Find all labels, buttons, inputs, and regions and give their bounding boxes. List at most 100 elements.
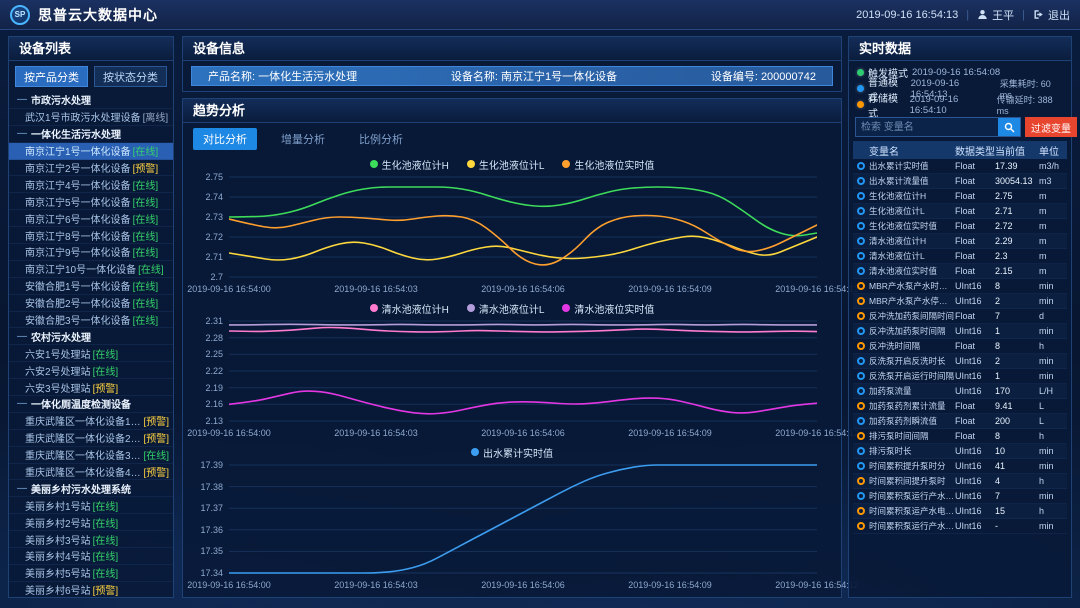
tree-device-item[interactable]: 安徽合肥1号一体化设备[在线] [9, 278, 173, 295]
tree-device-item[interactable]: 南京江宁2号一体化设备[预警] [9, 160, 173, 177]
legend-item[interactable]: 生化池液位计L [467, 157, 545, 172]
variable-row[interactable]: 生化池液位计HFloat2.75m [853, 189, 1067, 204]
tree-category[interactable]: —一体化厕温度检测设备 [9, 396, 173, 413]
collapse-icon[interactable]: — [17, 483, 27, 494]
tree-device-item[interactable]: 南京江宁9号一体化设备[在线] [9, 244, 173, 261]
legend-item[interactable]: 出水累计实时值 [471, 445, 553, 460]
y-tick-label: 2.7 [210, 272, 223, 282]
tree-device-item[interactable]: 重庆武隆区一体化设备2号站[预警] [9, 430, 173, 447]
device-label: 安徽合肥2号一体化设备 [25, 295, 131, 310]
variable-row[interactable]: 加药泵药剂瞬流值Float200L [853, 414, 1067, 429]
variable-row[interactable]: 生化池液位计LFloat2.71m [853, 204, 1067, 219]
cell-unit: L/H [1039, 386, 1067, 396]
collapse-icon[interactable]: — [17, 94, 27, 105]
collapse-icon[interactable]: — [17, 398, 27, 409]
tree-device-item[interactable]: 美丽乡村3号站[在线] [9, 531, 173, 548]
table-body: 出水累计实时值Float17.39m3/h出水累计流量值Float30054.1… [853, 159, 1067, 534]
variable-row[interactable]: 出水累计实时值Float17.39m3/h [853, 159, 1067, 174]
cell-current-value: 7 [995, 311, 1039, 321]
variable-row[interactable]: 反洗泵开启运行时间隔UInt161min [853, 369, 1067, 384]
collapse-icon[interactable]: — [17, 128, 27, 139]
tree-category[interactable]: —市政污水处理 [9, 92, 173, 109]
variable-row[interactable]: 清水池液位计LFloat2.3m [853, 249, 1067, 264]
tree-device-item[interactable]: 重庆武隆区一体化设备4号站[预警] [9, 464, 173, 481]
variable-status-icon [857, 417, 865, 425]
tree-device-item[interactable]: 美丽乡村1号站[在线] [9, 497, 173, 514]
variable-status-icon [857, 207, 865, 215]
cell-unit: h [1039, 476, 1067, 486]
tree-device-item[interactable]: 美丽乡村2号站[在线] [9, 514, 173, 531]
cell-variable-name: 出水累计实时值 [869, 160, 955, 172]
legend-item[interactable]: 清水池液位计H [370, 301, 449, 316]
variable-row[interactable]: 反冲洗加药泵间隔时间Float7d [853, 309, 1067, 324]
tab-by-product[interactable]: 按产品分类 [15, 66, 88, 87]
variable-row[interactable]: 清水池液位实时值Float2.15m [853, 264, 1067, 279]
legend-item[interactable]: 生化池液位实时值 [562, 157, 654, 172]
legend-item[interactable]: 清水池液位实时值 [562, 301, 654, 316]
tree-device-item[interactable]: 安徽合肥2号一体化设备[在线] [9, 295, 173, 312]
user-menu[interactable]: 王平 [977, 7, 1014, 23]
variable-row[interactable]: 反冲洗加药泵时间隔UInt161min [853, 324, 1067, 339]
logout-button[interactable]: 退出 [1033, 7, 1070, 23]
tree-device-item[interactable]: 美丽乡村4号站[在线] [9, 548, 173, 565]
chart-plot[interactable] [229, 172, 817, 282]
status-tag: [在线] [93, 515, 119, 530]
chart-plot[interactable] [229, 316, 817, 426]
tab-ratio-analysis[interactable]: 比例分析 [349, 128, 413, 150]
tree-device-item[interactable]: 南京江宁10号一体化设备[在线] [9, 261, 173, 278]
legend-dot-icon [467, 160, 475, 168]
tree-category[interactable]: —一体化生活污水处理 [9, 126, 173, 143]
variable-row[interactable]: 加药泵流量UInt16170L/H [853, 384, 1067, 399]
variable-row[interactable]: 时间累积泵运行产水电动阀分UInt16-min [853, 519, 1067, 534]
variable-row[interactable]: 反冲洗时间隔Float8h [853, 339, 1067, 354]
tree-device-item[interactable]: 南京江宁8号一体化设备[在线] [9, 227, 173, 244]
cell-data-type: Float [955, 161, 995, 171]
tree-device-item[interactable]: 南京江宁4号一体化设备[在线] [9, 176, 173, 193]
variable-row[interactable]: 出水累计流量值Float30054.13m3 [853, 174, 1067, 189]
variable-row[interactable]: 时间累积泵运行产水电动阀分UInt167min [853, 489, 1067, 504]
legend-item[interactable]: 清水池液位计L [467, 301, 545, 316]
tree-device-item[interactable]: 南京江宁6号一体化设备[在线] [9, 210, 173, 227]
status-tag: [预警] [143, 464, 169, 479]
x-tick-label: 2019-09-16 16:54:09 [628, 428, 712, 438]
variable-row[interactable]: 清水池液位计HFloat2.29m [853, 234, 1067, 249]
tree-device-item[interactable]: 六安2号处理站[在线] [9, 362, 173, 379]
tree-device-item[interactable]: 重庆武隆区一体化设备3号站[在线] [9, 447, 173, 464]
search-button[interactable] [998, 118, 1020, 136]
tab-by-status[interactable]: 按状态分类 [94, 66, 167, 87]
tree-device-item[interactable]: 美丽乡村5号站[在线] [9, 565, 173, 582]
variable-search-input[interactable] [856, 118, 998, 136]
filter-variables-button[interactable]: 过滤变量 [1025, 117, 1077, 137]
variable-row[interactable]: 排污泵时间间隔Float8h [853, 429, 1067, 444]
variable-row[interactable]: 反洗泵开启反洗时长UInt162min [853, 354, 1067, 369]
tree-category[interactable]: —美丽乡村污水处理系统 [9, 480, 173, 497]
variable-row[interactable]: 生化池液位实时值Float2.72m [853, 219, 1067, 234]
tree-device-item[interactable]: 南京江宁5号一体化设备[在线] [9, 193, 173, 210]
storage-mode-dot-icon [857, 101, 864, 108]
tree-device-item[interactable]: 南京江宁1号一体化设备[在线] [9, 143, 173, 160]
cell-current-value: 2.29 [995, 236, 1039, 246]
search-icon [1004, 122, 1015, 133]
variable-row[interactable]: 时间累积泵运产水电动阀时UInt1615h [853, 504, 1067, 519]
variable-row[interactable]: MBR产水泵产水时间分UInt168min [853, 279, 1067, 294]
tree-device-item[interactable]: 六安3号处理站[预警] [9, 379, 173, 396]
variable-row[interactable]: MBR产水泵产水停时间分UInt162min [853, 294, 1067, 309]
tree-device-item[interactable]: 武汉1号市政污水处理设备[离线] [9, 109, 173, 126]
variable-row[interactable]: 排污泵时长UInt1610min [853, 444, 1067, 459]
status-tag: [在线] [138, 261, 164, 276]
collapse-icon[interactable]: — [17, 331, 27, 342]
tab-compare-analysis[interactable]: 对比分析 [193, 128, 257, 150]
tree-device-item[interactable]: 美丽乡村6号站[预警] [9, 582, 173, 597]
tree-device-item[interactable]: 六安1号处理站[在线] [9, 345, 173, 362]
variable-row[interactable]: 时间累积提升泵时分UInt1641min [853, 459, 1067, 474]
tree-category[interactable]: —农村污水处理 [9, 328, 173, 345]
cell-variable-name: 时间累积泵运行产水电动阀分 [869, 490, 955, 502]
variable-row[interactable]: 时间累积间提升泵时UInt164h [853, 474, 1067, 489]
legend-item[interactable]: 生化池液位计H [370, 157, 449, 172]
tab-increment-analysis[interactable]: 增量分析 [271, 128, 335, 150]
tree-device-item[interactable]: 重庆武隆区一体化设备1号站[预警] [9, 413, 173, 430]
cell-variable-name: 清水池液位计H [869, 235, 955, 247]
tree-device-item[interactable]: 安徽合肥3号一体化设备[在线] [9, 312, 173, 329]
variable-row[interactable]: 加药泵药剂累计流量Float9.41L [853, 399, 1067, 414]
chart-plot[interactable] [229, 460, 817, 578]
